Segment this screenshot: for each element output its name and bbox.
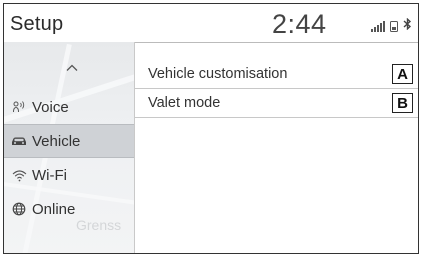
sidebar-item-label: Vehicle (32, 132, 81, 150)
voice-icon (11, 100, 27, 114)
list-item-vehicle-customisation[interactable]: Vehicle customisation A (135, 60, 418, 89)
header-bar: Setup 2:44 (4, 4, 418, 43)
list-item-label: Valet mode (148, 95, 221, 111)
sidebar-item-label: Online (32, 200, 76, 218)
page-title: Setup (10, 13, 64, 35)
settings-list: Vehicle customisation A Valet mode B (135, 42, 418, 253)
callout-label: A (392, 64, 413, 84)
scroll-up-button[interactable] (64, 60, 80, 76)
sidebar-item-voice[interactable]: Voice (4, 90, 134, 124)
sidebar-item-wifi[interactable]: Wi-Fi (4, 158, 134, 192)
status-icons (371, 16, 412, 32)
globe-icon (11, 202, 27, 216)
clock: 2:44 (272, 9, 327, 39)
callout-label: B (392, 93, 413, 113)
setup-screen: Setup 2:44 Grenss Voice Vehicle Wi-Fi On… (3, 3, 419, 254)
phone-icon (390, 21, 398, 32)
list-item-label: Vehicle customisation (148, 66, 288, 82)
signal-strength-icon (371, 20, 385, 32)
sidebar-item-label: Voice (32, 98, 69, 116)
sidebar: Grenss Voice Vehicle Wi-Fi Online (4, 42, 135, 253)
sidebar-item-label: Wi-Fi (32, 166, 67, 184)
bluetooth-icon (403, 17, 412, 32)
sidebar-item-vehicle[interactable]: Vehicle (4, 124, 134, 158)
list-item-valet-mode[interactable]: Valet mode B (135, 89, 418, 118)
sidebar-item-online[interactable]: Online (4, 192, 134, 226)
wifi-icon (11, 168, 27, 182)
car-icon (11, 134, 27, 148)
chevron-up-icon (66, 64, 78, 71)
